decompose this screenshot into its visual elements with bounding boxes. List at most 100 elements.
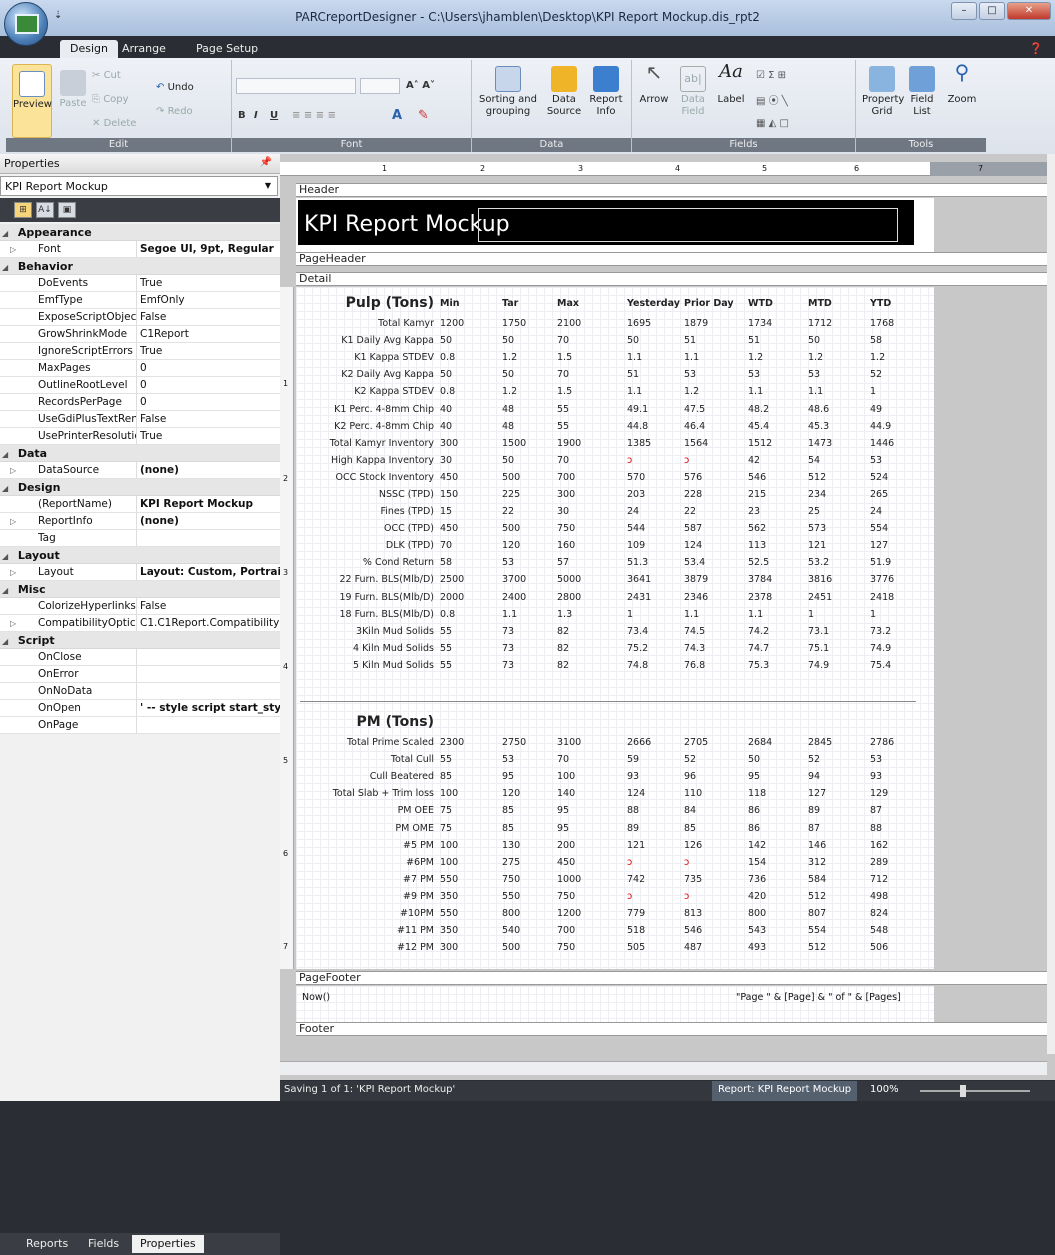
row-label[interactable]: #11 PM [300,922,440,939]
data-cell[interactable]: 750 [557,888,627,905]
row-label[interactable]: 19 Furn. BLS(Mlb/D) [300,589,440,606]
data-cell[interactable]: 735 [684,871,748,888]
data-cell[interactable]: 1.1 [627,383,684,400]
data-cell[interactable]: 750 [557,520,627,537]
data-cell[interactable]: 47.5 [684,400,748,417]
data-cell[interactable]: 53 [684,366,748,383]
data-cell[interactable]: 51.3 [627,554,684,571]
data-cell[interactable]: 1695 [627,315,684,332]
data-cell[interactable]: 100 [440,854,502,871]
property-value[interactable]: False [137,411,280,427]
data-cell[interactable]: 154 [748,854,808,871]
property-row[interactable]: ExposeScriptObject False [0,309,280,326]
data-cell[interactable]: 500 [502,469,557,486]
data-cell[interactable]: 48 [502,418,557,435]
data-cell[interactable]: 87 [870,802,930,819]
property-row[interactable]: ColorizeHyperlinks False [0,598,280,615]
data-cell[interactable]: 2000 [440,589,502,606]
data-cell[interactable]: 2500 [440,571,502,588]
data-cell[interactable]: 300 [440,939,502,956]
data-cell[interactable]: 215 [748,486,808,503]
data-cell[interactable]: 75.3 [748,657,808,674]
data-cell[interactable]: 46.4 [684,418,748,435]
delete-button[interactable]: ✕ Delete [92,118,136,129]
data-cell[interactable]: 1000 [557,871,627,888]
property-row[interactable]: ▷ Font Segoe UI, 9pt, Regular [0,241,280,258]
data-cell[interactable]: 1.2 [502,349,557,366]
data-cell[interactable]: 750 [502,871,557,888]
property-value[interactable]: Segoe UI, 9pt, Regular [137,241,280,257]
zoom-button[interactable]: ⚲ Zoom [944,62,980,106]
data-cell[interactable]: 50 [808,332,870,349]
preview-button[interactable]: Preview [12,64,52,138]
property-row[interactable]: UseGdiPlusTextRen False [0,411,280,428]
application-menu-button[interactable] [4,2,48,46]
collapse-icon[interactable]: ◢ [2,637,14,646]
data-cell[interactable]: 265 [870,486,930,503]
data-cell[interactable]: 550 [440,905,502,922]
column-header[interactable]: Max [557,291,627,315]
category-header[interactable]: ◢ Layout [0,547,280,564]
zoom-slider[interactable] [920,1090,1030,1092]
data-cell[interactable]: 543 [748,922,808,939]
data-cell[interactable]: 42 [748,452,808,469]
data-cell[interactable]: 1750 [502,315,557,332]
cut-button[interactable]: ✂ Cut [92,70,121,81]
data-cell[interactable]: 544 [627,520,684,537]
data-cell[interactable]: 50 [502,452,557,469]
data-cell[interactable]: 234 [808,486,870,503]
expand-icon[interactable]: ▷ [10,466,22,475]
data-cell[interactable]: 150 [440,486,502,503]
data-cell[interactable]: 500 [502,939,557,956]
data-cell[interactable]: 3641 [627,571,684,588]
band-page-footer[interactable]: PageFooter [296,971,1048,985]
data-cell[interactable]: 82 [557,623,627,640]
data-cell[interactable]: 500 [502,520,557,537]
category-header[interactable]: ◢ Script [0,632,280,649]
data-cell[interactable]: 121 [808,537,870,554]
column-header[interactable]: WTD [748,291,808,315]
data-cell[interactable]: 51.9 [870,554,930,571]
maximize-button[interactable]: □ [979,2,1005,20]
data-cell[interactable]: 53 [502,554,557,571]
data-cell[interactable]: 550 [440,871,502,888]
data-cell[interactable]: 1734 [748,315,808,332]
data-cell[interactable]: 93 [627,768,684,785]
data-cell[interactable]: 2346 [684,589,748,606]
property-value[interactable]: EmfOnly [137,292,280,308]
data-cell[interactable]: 1446 [870,435,930,452]
data-cell[interactable]: 30 [557,503,627,520]
category-header[interactable]: ◢ Misc [0,581,280,598]
property-grid-button[interactable]: Property Grid [862,66,904,118]
data-cell[interactable]: 1.2 [808,349,870,366]
property-row[interactable]: IgnoreScriptErrors True [0,343,280,360]
row-label[interactable]: #10PM [300,905,440,922]
data-cell[interactable]: 52 [684,751,748,768]
data-cell[interactable]: 49 [870,400,930,417]
property-value[interactable]: KPI Report Mockup [137,496,280,512]
data-cell[interactable]: 52.5 [748,554,808,571]
data-cell[interactable]: 2845 [808,734,870,751]
data-cell[interactable]: 162 [870,837,930,854]
report-designer-canvas[interactable]: 1 2 3 4 5 6 7 Header PageHeader Detail 1… [280,154,1055,1080]
data-cell[interactable]: 1.2 [684,383,748,400]
data-cell[interactable]: ↄ [684,452,748,469]
data-cell[interactable]: 2750 [502,734,557,751]
data-cell[interactable]: 573 [808,520,870,537]
property-value[interactable] [137,530,280,546]
data-cell[interactable]: 48 [502,400,557,417]
data-cell[interactable]: 1.1 [748,606,808,623]
data-cell[interactable]: 1473 [808,435,870,452]
column-header[interactable]: YTD [870,291,930,315]
data-cell[interactable]: 85 [502,802,557,819]
row-label[interactable]: High Kappa Inventory [300,452,440,469]
data-cell[interactable]: 554 [870,520,930,537]
data-cell[interactable]: 512 [808,469,870,486]
data-cell[interactable]: 95 [502,768,557,785]
row-label[interactable]: Total Slab + Trim loss [300,785,440,802]
data-cell[interactable]: 1.1 [748,383,808,400]
data-cell[interactable]: 53.4 [684,554,748,571]
data-cell[interactable]: 85 [440,768,502,785]
data-cell[interactable]: 59 [627,751,684,768]
data-cell[interactable]: 75.2 [627,640,684,657]
